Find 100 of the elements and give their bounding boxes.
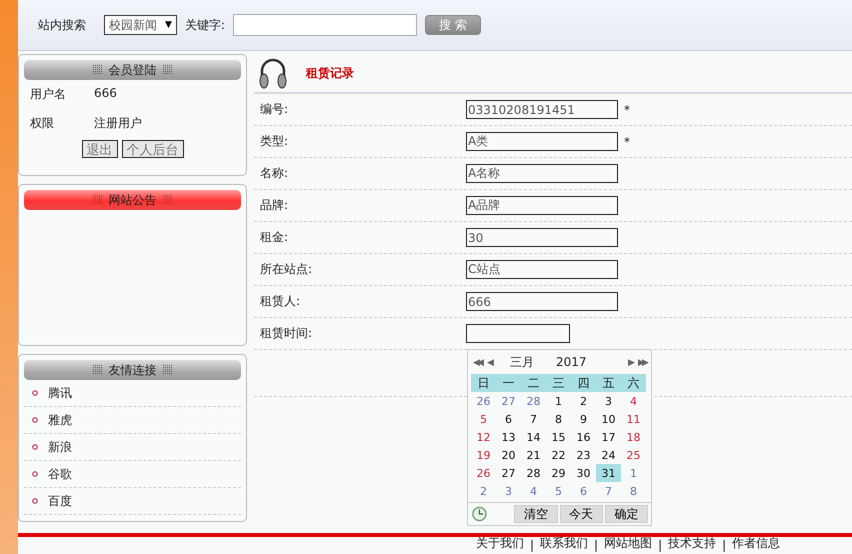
calendar-day[interactable]: 3 (596, 392, 621, 410)
weekday-header: 五 (596, 374, 621, 392)
separator: | (658, 538, 662, 552)
calendar-day[interactable]: 6 (571, 482, 596, 500)
calendar-day[interactable]: 24 (596, 446, 621, 464)
next-button[interactable]: ▶▶ (637, 357, 647, 367)
field-label: 品牌: (260, 197, 290, 214)
calendar-day[interactable]: 28 (521, 392, 546, 410)
form-field[interactable]: 03310208191451 (466, 100, 618, 119)
calendar-button[interactable]: 确定 (604, 505, 648, 523)
category-select[interactable]: 校园新闻 ▼ (104, 15, 177, 35)
prev-button[interactable]: ◀◀ (472, 357, 482, 367)
required-mark: * (624, 102, 630, 116)
calendar-day[interactable]: 4 (521, 482, 546, 500)
calendar-day[interactable]: 27 (496, 392, 521, 410)
search-label: 站内搜索 (38, 16, 86, 34)
calendar-day[interactable]: 7 (521, 410, 546, 428)
calendar-day[interactable]: 26 (471, 392, 496, 410)
calendar-day[interactable]: 1 (546, 392, 571, 410)
weekday-header: 一 (496, 374, 521, 392)
calendar-day[interactable]: 26 (471, 464, 496, 482)
calendar-day[interactable]: 12 (471, 428, 496, 446)
field-label: 租赁人: (260, 293, 302, 310)
field-label: 租赁时间: (260, 325, 314, 342)
bullet-icon (32, 417, 38, 423)
calendar-day[interactable]: 19 (471, 446, 496, 464)
field-label: 编号: (260, 101, 290, 118)
calendar-day[interactable]: 2 (571, 392, 596, 410)
calendar-day[interactable]: 23 (571, 446, 596, 464)
form-field[interactable]: A类 (466, 132, 618, 151)
friend-link[interactable]: 腾讯 (48, 384, 72, 402)
calendar-day[interactable]: 20 (496, 446, 521, 464)
calendar-day[interactable]: 2 (471, 482, 496, 500)
calendar-day[interactable]: 17 (596, 428, 621, 446)
calendar-day[interactable]: 30 (571, 464, 596, 482)
friend-link[interactable]: 百度 (48, 492, 72, 510)
bullet-icon (32, 471, 38, 477)
calendar-day[interactable]: 18 (621, 428, 646, 446)
calendar-day[interactable]: 15 (546, 428, 571, 446)
calendar-button[interactable]: 今天 (560, 505, 603, 523)
calendar-day[interactable]: 8 (621, 482, 646, 500)
bullet-icon (32, 444, 38, 450)
field-value: 666 (94, 86, 118, 102)
footer-link[interactable]: 关于我们 (476, 535, 524, 552)
calendar-day[interactable]: 21 (521, 446, 546, 464)
calendar-button[interactable]: 清空 (514, 505, 558, 523)
next-button[interactable]: ▶ (627, 357, 633, 367)
calendar-day[interactable]: 22 (546, 446, 571, 464)
calendar-day[interactable]: 27 (496, 464, 521, 482)
keyword-label: 关键字: (184, 16, 225, 34)
calendar-day[interactable]: 14 (521, 428, 546, 446)
form-field[interactable] (466, 324, 570, 343)
calendar-day[interactable]: 5 (471, 410, 496, 428)
form-field[interactable]: A品牌 (466, 196, 618, 215)
headphones-icon (258, 56, 288, 90)
field-label: 所在站点: (260, 261, 314, 278)
prev-button[interactable]: ◀ (486, 357, 492, 367)
panel-button[interactable]: 个人后台 (122, 140, 184, 158)
separator: | (530, 538, 534, 552)
calendar-day[interactable]: 5 (546, 482, 571, 500)
weekday-header: 日 (471, 374, 496, 392)
field-label: 名称: (260, 165, 290, 182)
field-value: 注册用户 (94, 115, 143, 132)
calendar-day[interactable]: 1 (621, 464, 646, 482)
calendar-day[interactable]: 16 (571, 428, 596, 446)
calendar-day[interactable]: 29 (546, 464, 571, 482)
form-field[interactable]: 666 (466, 292, 618, 311)
field-label: 租金: (260, 229, 290, 246)
calendar-day[interactable]: 7 (596, 482, 621, 500)
caret-icon: ▼ (165, 20, 172, 30)
form-field[interactable]: C站点 (466, 260, 618, 279)
calendar-day[interactable]: 4 (621, 392, 646, 410)
calendar-day[interactable]: 31 (596, 464, 621, 482)
footer-link[interactable]: 作者信息 (732, 535, 780, 552)
friend-link[interactable]: 新浪 (48, 438, 72, 456)
calendar-day[interactable]: 11 (621, 410, 646, 428)
calendar-day[interactable]: 8 (546, 410, 571, 428)
footer-link[interactable]: 网站地图 (604, 535, 652, 552)
calendar-day[interactable]: 10 (596, 410, 621, 428)
calendar-day[interactable]: 9 (571, 410, 596, 428)
panel-button[interactable]: 退出 (82, 140, 118, 158)
friend-link[interactable]: 雅虎 (48, 412, 72, 428)
calendar-day[interactable]: 25 (621, 446, 646, 464)
required-mark: * (624, 134, 630, 148)
footer-link[interactable]: 技术支持 (668, 535, 716, 552)
calendar-day[interactable]: 3 (496, 482, 521, 500)
separator: | (594, 538, 598, 552)
friend-link[interactable]: 谷歌 (48, 466, 72, 482)
calendar-day[interactable]: 13 (496, 428, 521, 446)
footer-link[interactable]: 联系我们 (540, 535, 588, 552)
year-label: 2017 (556, 355, 588, 369)
calendar-day[interactable]: 28 (521, 464, 546, 482)
bullet-icon (32, 498, 38, 504)
weekday-header: 四 (571, 374, 596, 392)
field-label: 用户名 (30, 86, 67, 103)
form-field[interactable]: A名称 (466, 164, 618, 183)
panel-title: 友情连接 (108, 362, 156, 378)
keyword-field[interactable] (232, 14, 417, 36)
form-field[interactable]: 30 (466, 228, 618, 247)
calendar-day[interactable]: 6 (496, 410, 521, 428)
